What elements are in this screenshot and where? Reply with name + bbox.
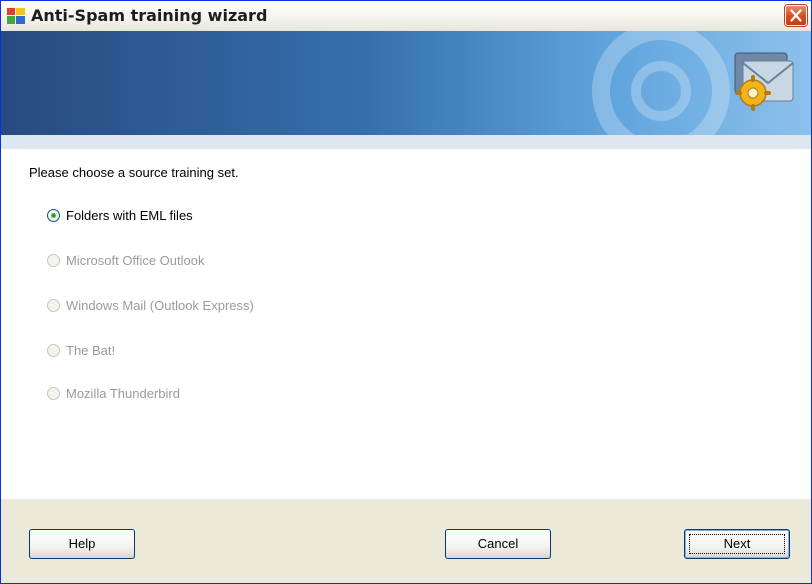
option-folders-eml[interactable]: Folders with EML files	[47, 205, 193, 225]
option-label: Microsoft Office Outlook	[66, 252, 205, 268]
option-thunderbird[interactable]: Mozilla Thunderbird	[47, 383, 180, 403]
avg-logo-icon	[7, 8, 25, 24]
option-the-bat[interactable]: The Bat!	[47, 340, 115, 360]
option-windows-mail[interactable]: Windows Mail (Outlook Express)	[47, 295, 254, 315]
radio-button[interactable]	[47, 253, 60, 267]
content-panel: Please choose a source training set. Fol…	[1, 149, 811, 499]
radio-button[interactable]	[47, 343, 60, 357]
option-label: The Bat!	[66, 342, 116, 358]
button-bar: Help Cancel Next	[1, 499, 811, 583]
option-outlook[interactable]: Microsoft Office Outlook	[47, 250, 204, 270]
radio-button-selected[interactable]	[47, 208, 60, 222]
window-title: Anti-Spam training wizard	[31, 6, 268, 25]
focus-rect	[689, 534, 785, 554]
title-bar[interactable]: Anti-Spam training wizard	[1, 1, 811, 32]
option-label: Folders with EML files	[66, 207, 193, 223]
banner-separator	[1, 135, 811, 149]
help-button[interactable]: Help	[29, 529, 135, 559]
option-label: Mozilla Thunderbird	[66, 385, 180, 401]
radio-button[interactable]	[47, 298, 60, 312]
instruction-text: Please choose a source training set.	[29, 165, 239, 180]
option-label: Windows Mail (Outlook Express)	[66, 297, 254, 313]
next-button[interactable]: Next	[684, 529, 790, 559]
cancel-button[interactable]: Cancel	[445, 529, 551, 559]
wizard-banner	[1, 31, 811, 135]
wizard-envelope-gear-icon	[734, 52, 794, 111]
wizard-window: Anti-Spam training wizard Please choose …	[0, 0, 812, 584]
close-icon	[790, 9, 802, 22]
radio-button[interactable]	[47, 386, 60, 400]
close-button[interactable]	[785, 5, 807, 26]
